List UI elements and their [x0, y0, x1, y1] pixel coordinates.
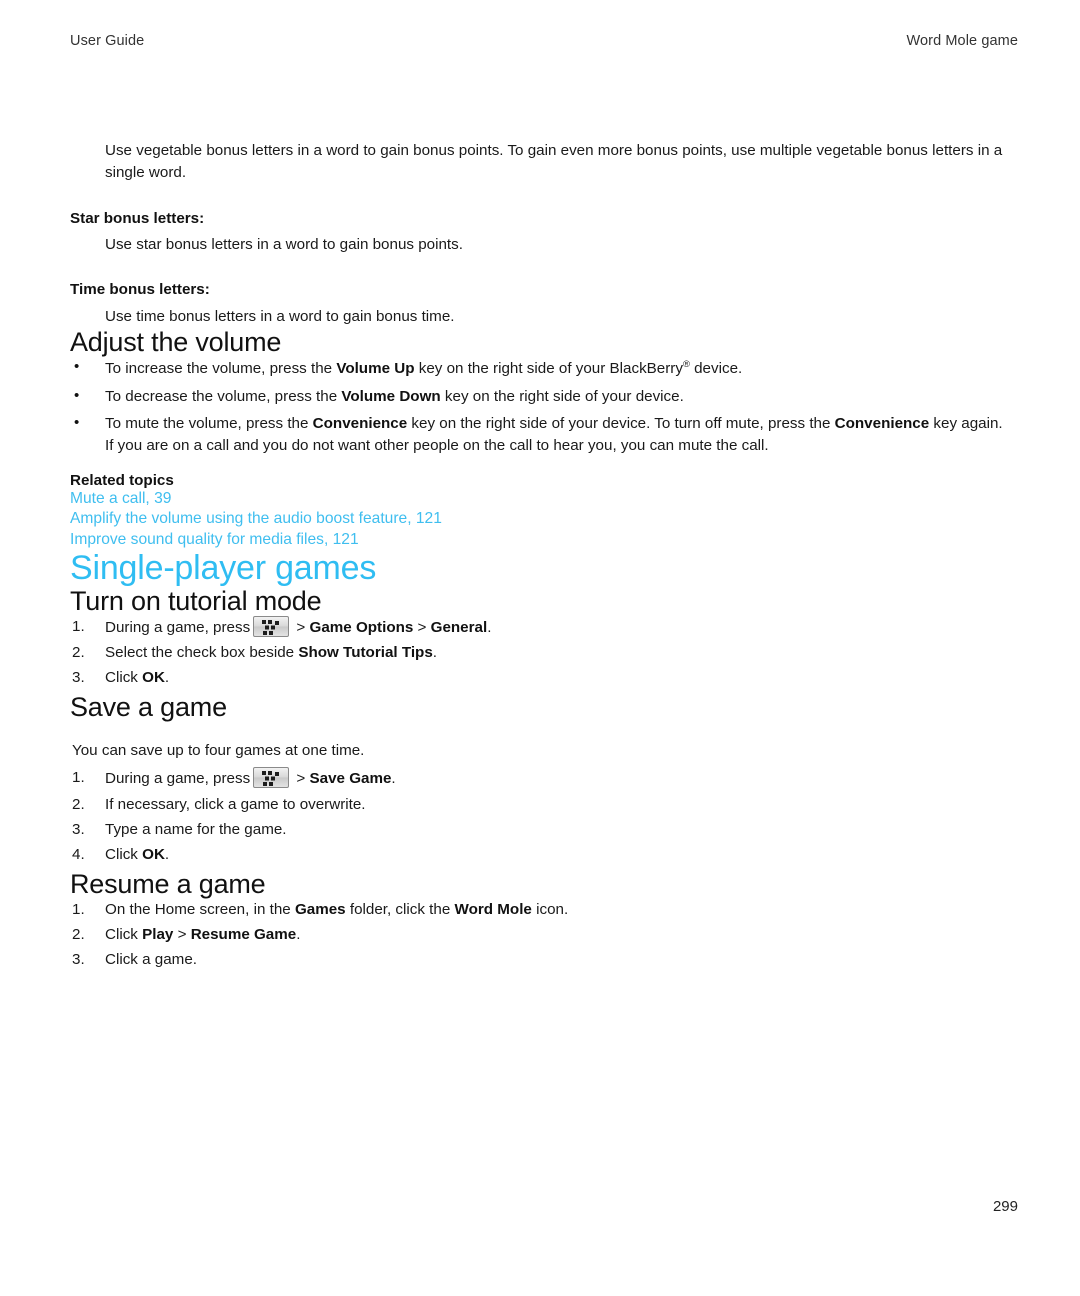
bullet-text-cont: key on the right side of your BlackBerry [414, 360, 683, 378]
related-topics-label: Related topics [70, 471, 174, 489]
heading-adjust-the-volume: Adjust the volume [70, 327, 282, 358]
bullet-text: To mute the volume, press the [105, 414, 313, 432]
step-text: On the Home screen, in the [105, 900, 295, 918]
bold-ok: OK [142, 846, 165, 864]
step-open-word-mole: On the Home screen, in the Games folder,… [70, 899, 1015, 922]
step-separator: > [173, 926, 191, 944]
step-press-menu-game-options: During a game, press > Game Options > Ge… [70, 615, 1015, 639]
step-text-end: icon. [531, 900, 569, 918]
definition-term-time: Time bonus letters: [70, 281, 210, 299]
step-press-menu-save-game: During a game, press > Save Game. [70, 767, 1015, 790]
registered-mark: ® [682, 358, 690, 370]
step-select-check-box: Select the check box beside Show Tutoria… [70, 642, 1015, 665]
step-text: Click [105, 926, 143, 944]
blackberry-menu-key-icon[interactable] [253, 615, 290, 637]
running-header-left: User Guide [70, 33, 145, 49]
step-text: During a game, press [105, 618, 251, 636]
related-topic-link-amplify-volume[interactable]: Amplify the volume using the audio boost… [70, 509, 1015, 530]
bold-volume-up: Volume Up [336, 360, 415, 378]
related-topic-link-mute-a-call[interactable]: Mute a call, 39 [70, 489, 1015, 510]
bold-ok: OK [142, 669, 165, 687]
bullet-decrease-volume: To decrease the volume, press the Volume… [70, 385, 1015, 408]
step-separator-1: > [292, 618, 310, 636]
bold-resume-game: Resume Game [190, 926, 297, 944]
bold-convenience-1: Convenience [312, 414, 408, 432]
running-header-right: Word Mole game [906, 33, 1018, 49]
step-overwrite-game: If necessary, click a game to overwrite. [72, 794, 366, 817]
step-click-ok: Click OK. [70, 844, 1015, 867]
definition-desc-time: Use time bonus letters in a word to gain… [105, 307, 455, 325]
bold-game-options: Game Options [309, 618, 414, 636]
bullet-text: To increase the volume, press the [105, 360, 337, 378]
heading-resume-a-game: Resume a game [70, 868, 266, 899]
step-text: Click [105, 669, 143, 687]
bold-play: Play [142, 926, 174, 944]
heading-save-a-game: Save a game [70, 691, 227, 722]
page-content: Use vegetable bonus letters in a word to… [70, 140, 1015, 975]
step-text: Click [105, 846, 143, 864]
save-game-step-list: During a game, press > Save Game. If nec… [70, 767, 1015, 867]
heading-turn-on-tutorial-mode: Turn on tutorial mode [70, 585, 322, 616]
bold-convenience-2: Convenience [834, 414, 930, 432]
step-period: . [391, 770, 396, 788]
bold-word-mole: Word Mole [454, 900, 532, 918]
step-separator-2: > [413, 618, 431, 636]
step-text: Select the check box beside [105, 644, 299, 662]
related-topics-block: Related topics Mute a call, 39 Amplify t… [70, 472, 1015, 551]
bullet-increase-volume: To increase the volume, press the Volume… [70, 356, 1015, 380]
step-period: . [487, 618, 492, 636]
bold-games: Games [294, 900, 346, 918]
bold-general: General [430, 618, 488, 636]
bullet-text: To decrease the volume, press the [105, 387, 342, 405]
step-period: . [432, 644, 438, 662]
step-separator: > [292, 770, 310, 788]
bonus-letters-definition-list: Star bonus letters: Use star bonus lette… [70, 208, 1015, 328]
blackberry-menu-key-icon[interactable] [253, 767, 290, 789]
step-click-ok: Click OK. [70, 667, 1015, 690]
resume-game-step-list: On the Home screen, in the Games folder,… [70, 899, 1015, 972]
bullet-mute-volume: To mute the volume, press the Convenienc… [70, 412, 1015, 458]
step-type-name: Type a name for the game. [72, 819, 287, 842]
bold-show-tutorial-tips: Show Tutorial Tips [298, 644, 433, 662]
step-click-play-resume-game: Click Play > Resume Game. [70, 924, 1015, 947]
bullet-text-end: key on the right side of your device. [440, 387, 684, 405]
related-topic-link-improve-sound-quality[interactable]: Improve sound quality for media files, 1… [70, 530, 1015, 551]
step-text-cont: folder, click the [345, 900, 455, 918]
definition-desc-star: Use star bonus letters in a word to gain… [105, 236, 463, 254]
save-game-intro: You can save up to four games at one tim… [72, 741, 365, 759]
step-period: . [296, 926, 301, 944]
bold-save-game: Save Game [309, 770, 392, 788]
bullet-text-cont: key on the right side of your device. To… [407, 414, 835, 432]
step-period: . [164, 669, 170, 687]
page-number: 299 [992, 1198, 1018, 1215]
tutorial-mode-step-list: During a game, press > Game Options > Ge… [70, 615, 1015, 690]
adjust-volume-bullet-list: To increase the volume, press the Volume… [70, 356, 1015, 458]
step-click-a-game: Click a game. [72, 949, 198, 972]
bullet-text-end: device. [689, 360, 743, 378]
running-header: User Guide Word Mole game [70, 33, 1018, 49]
heading-single-player-games: Single-player games [70, 548, 377, 587]
intro-paragraph: Use vegetable bonus letters in a word to… [105, 142, 1003, 182]
step-period: . [164, 846, 170, 864]
document-page: User Guide Word Mole game Use vegetable … [0, 0, 1080, 1296]
step-text: During a game, press [105, 770, 251, 788]
bold-volume-down: Volume Down [341, 387, 441, 405]
definition-term-star: Star bonus letters: [70, 209, 205, 227]
